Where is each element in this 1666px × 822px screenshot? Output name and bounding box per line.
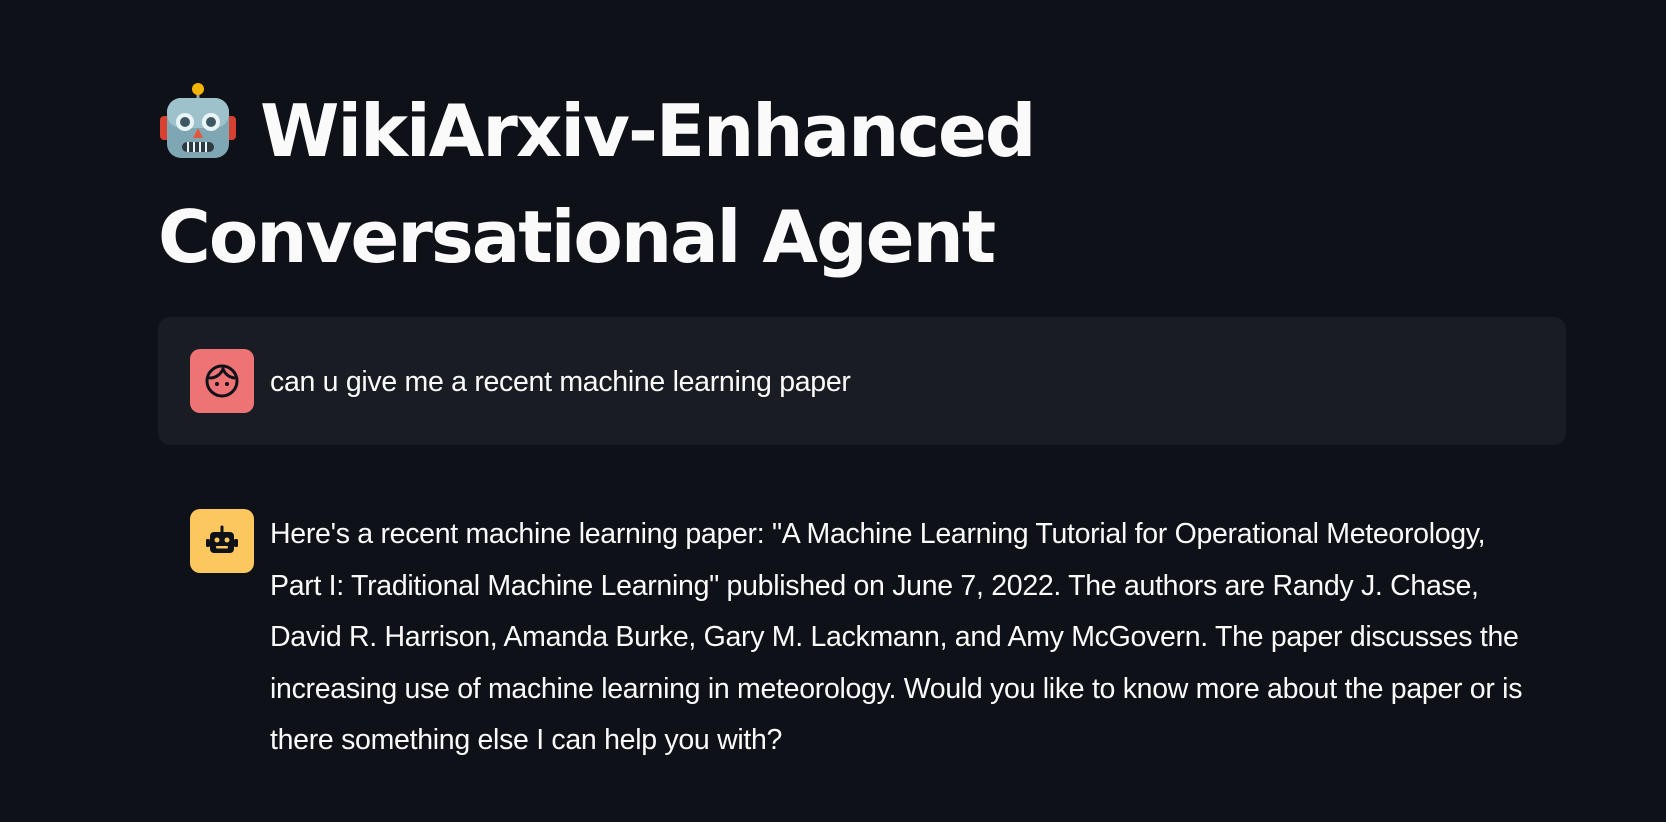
assistant-message-text: Here's a recent machine learning paper: … bbox=[270, 518, 1523, 756]
user-face-icon bbox=[204, 363, 240, 399]
user-message-text: can u give me a recent machine learning … bbox=[270, 366, 851, 398]
robot-icon bbox=[205, 524, 239, 558]
user-avatar bbox=[190, 349, 254, 413]
chat-message-user: can u give me a recent machine learning … bbox=[158, 317, 1566, 445]
page-title-text: WikiArxiv-Enhanced Conversational Agent bbox=[158, 89, 1036, 279]
robot-emoji-icon bbox=[158, 82, 238, 162]
page-title: WikiArxiv-Enhanced Conversational Agent bbox=[158, 78, 1338, 290]
assistant-avatar bbox=[190, 509, 254, 573]
chat-message-assistant: Here's a recent machine learning paper: … bbox=[158, 493, 1566, 773]
